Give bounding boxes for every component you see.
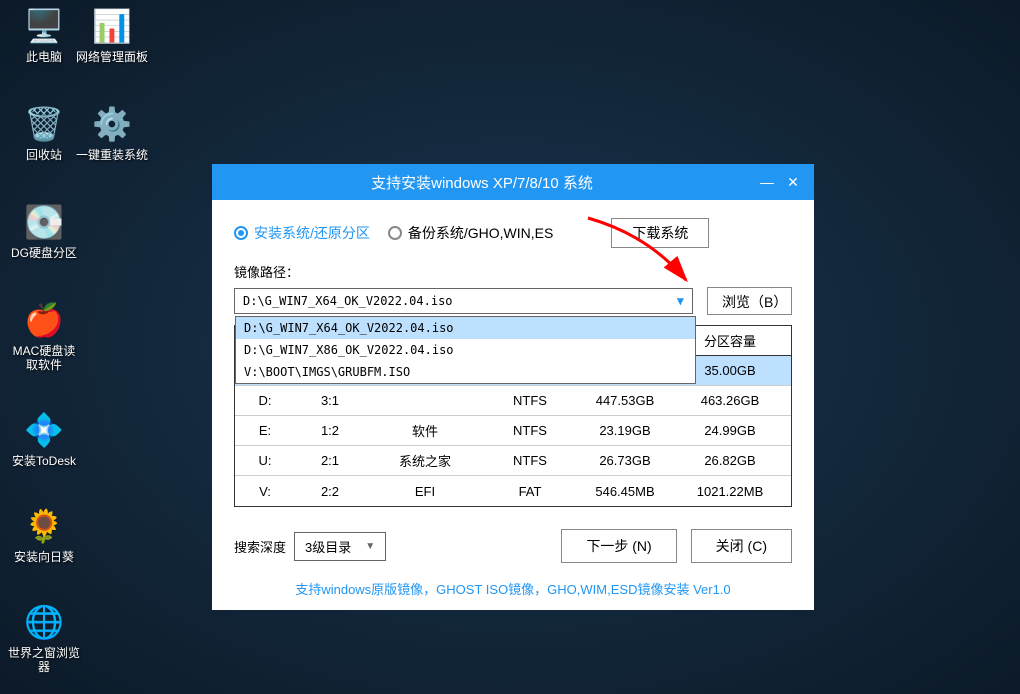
chevron-down-icon: ▼ xyxy=(677,294,684,308)
desktop-icon[interactable]: 🖥️ 此电脑 xyxy=(8,6,80,64)
cell-drive: E: xyxy=(235,423,295,438)
cell-fs: FAT xyxy=(485,484,575,499)
desktop-icon-label: 一键重装系统 xyxy=(76,148,148,162)
desktop-icon-label: 回收站 xyxy=(8,148,80,162)
cell-ratio: 2:2 xyxy=(295,484,365,499)
titlebar: 支持安装windows XP/7/8/10 系统 — ✕ xyxy=(212,164,814,200)
cell-name: 系统之家 xyxy=(365,451,485,470)
footer-text: 支持windows原版镜像，GHOST ISO镜像，GHO,WIM,ESD镜像安… xyxy=(234,579,792,598)
image-path-dropdown[interactable]: D:\G_WIN7_X64_OK_V2022.04.iso ▼ D:\G_WIN… xyxy=(234,288,693,314)
app-icon: 🌻 xyxy=(20,506,68,546)
table-row[interactable]: E:1:2软件NTFS23.19GB24.99GB xyxy=(235,416,791,446)
image-path-value: D:\G_WIN7_X64_OK_V2022.04.iso xyxy=(243,294,453,308)
download-button[interactable]: 下载系统 xyxy=(611,218,709,248)
cell-used: 546.45MB xyxy=(575,484,675,499)
desktop-icon[interactable]: ⚙️ 一键重装系统 xyxy=(76,104,148,162)
desktop-icon-label: 世界之窗浏览 器 xyxy=(8,646,80,675)
search-depth-value: 3级目录 xyxy=(305,537,351,556)
app-icon: 🌐 xyxy=(20,602,68,642)
close-action-button[interactable]: 关闭 (C) xyxy=(691,529,792,563)
cell-ratio: 1:2 xyxy=(295,423,365,438)
desktop-icon[interactable]: 🗑️ 回收站 xyxy=(8,104,80,162)
cell-used: 23.19GB xyxy=(575,423,675,438)
desktop-icon-label: 此电脑 xyxy=(8,50,80,64)
table-row[interactable]: V:2:2EFIFAT546.45MB1021.22MB xyxy=(235,476,791,506)
desktop-icon[interactable]: 🍎 MAC硬盘读 取软件 xyxy=(8,300,80,373)
cell-drive: V: xyxy=(235,484,295,499)
radio-dot-icon xyxy=(234,226,248,240)
close-button[interactable]: ✕ xyxy=(782,171,804,193)
browse-button[interactable]: 浏览（B） xyxy=(707,287,792,315)
search-depth-select[interactable]: 3级目录 ▼ xyxy=(294,532,386,561)
radio-install[interactable]: 安装系统/还原分区 xyxy=(234,223,370,243)
radio-dot-icon xyxy=(388,226,402,240)
cell-fs: NTFS xyxy=(485,423,575,438)
image-path-dropdown-panel: D:\G_WIN7_X64_OK_V2022.04.iso D:\G_WIN7_… xyxy=(235,316,696,384)
desktop-icon[interactable]: 💽 DG硬盘分区 xyxy=(8,202,80,260)
cell-drive: U: xyxy=(235,453,295,468)
app-icon: 💽 xyxy=(20,202,68,242)
radio-install-label: 安装系统/还原分区 xyxy=(254,223,370,243)
desktop-icon-label: DG硬盘分区 xyxy=(8,246,80,260)
cell-total: 24.99GB xyxy=(675,423,785,438)
cell-used: 26.73GB xyxy=(575,453,675,468)
cell-fs: NTFS xyxy=(485,453,575,468)
desktop-icon-label: 网络管理面板 xyxy=(76,50,148,64)
cell-total: 463.26GB xyxy=(675,393,785,408)
app-icon: 💠 xyxy=(20,410,68,450)
chevron-down-icon: ▼ xyxy=(365,541,375,552)
cell-total: 26.82GB xyxy=(675,453,785,468)
dropdown-item[interactable]: D:\G_WIN7_X86_OK_V2022.04.iso xyxy=(236,339,695,361)
cell-used: 447.53GB xyxy=(575,393,675,408)
dropdown-item[interactable]: D:\G_WIN7_X64_OK_V2022.04.iso xyxy=(236,317,695,339)
cell-ratio: 3:1 xyxy=(295,393,365,408)
mode-radio-group: 安装系统/还原分区 备份系统/GHO,WIN,ES 下载系统 xyxy=(234,218,792,248)
table-row[interactable]: D:3:1 NTFS447.53GB463.26GB xyxy=(235,386,791,416)
desktop-icon-label: 安装ToDesk xyxy=(8,454,80,468)
desktop-icon[interactable]: 💠 安装ToDesk xyxy=(8,410,80,468)
image-path-label: 镜像路径： xyxy=(234,262,792,281)
desktop-icon[interactable]: 🌐 世界之窗浏览 器 xyxy=(8,602,80,675)
app-icon: ⚙️ xyxy=(88,104,136,144)
desktop-icon-label: 安装向日葵 xyxy=(8,550,80,564)
installer-dialog: 支持安装windows XP/7/8/10 系统 — ✕ 安装系统/还原分区 备… xyxy=(212,164,814,610)
table-row[interactable]: U:2:1系统之家NTFS26.73GB26.82GB xyxy=(235,446,791,476)
minimize-button[interactable]: — xyxy=(756,171,778,193)
radio-backup-label: 备份系统/GHO,WIN,ES xyxy=(408,223,553,243)
cell-name: 软件 xyxy=(365,421,485,440)
app-icon: 📊 xyxy=(88,6,136,46)
cell-ratio: 2:1 xyxy=(295,453,365,468)
app-icon: 🖥️ xyxy=(20,6,68,46)
desktop-icon[interactable]: 📊 网络管理面板 xyxy=(76,6,148,64)
cell-fs: NTFS xyxy=(485,393,575,408)
dropdown-item[interactable]: V:\BOOT\IMGS\GRUBFM.ISO xyxy=(236,361,695,383)
search-depth-label: 搜索深度 xyxy=(234,537,286,556)
cell-name: EFI xyxy=(365,484,485,499)
cell-total: 1021.22MB xyxy=(675,484,785,499)
app-icon: 🍎 xyxy=(20,300,68,340)
radio-backup[interactable]: 备份系统/GHO,WIN,ES xyxy=(388,223,553,243)
app-icon: 🗑️ xyxy=(20,104,68,144)
desktop-icon[interactable]: 🌻 安装向日葵 xyxy=(8,506,80,564)
search-depth-group: 搜索深度 3级目录 ▼ xyxy=(234,532,386,561)
next-button[interactable]: 下一步 (N) xyxy=(561,529,676,563)
window-title: 支持安装windows XP/7/8/10 系统 xyxy=(212,172,752,193)
desktop-icon-label: MAC硬盘读 取软件 xyxy=(8,344,80,373)
cell-drive: D: xyxy=(235,393,295,408)
